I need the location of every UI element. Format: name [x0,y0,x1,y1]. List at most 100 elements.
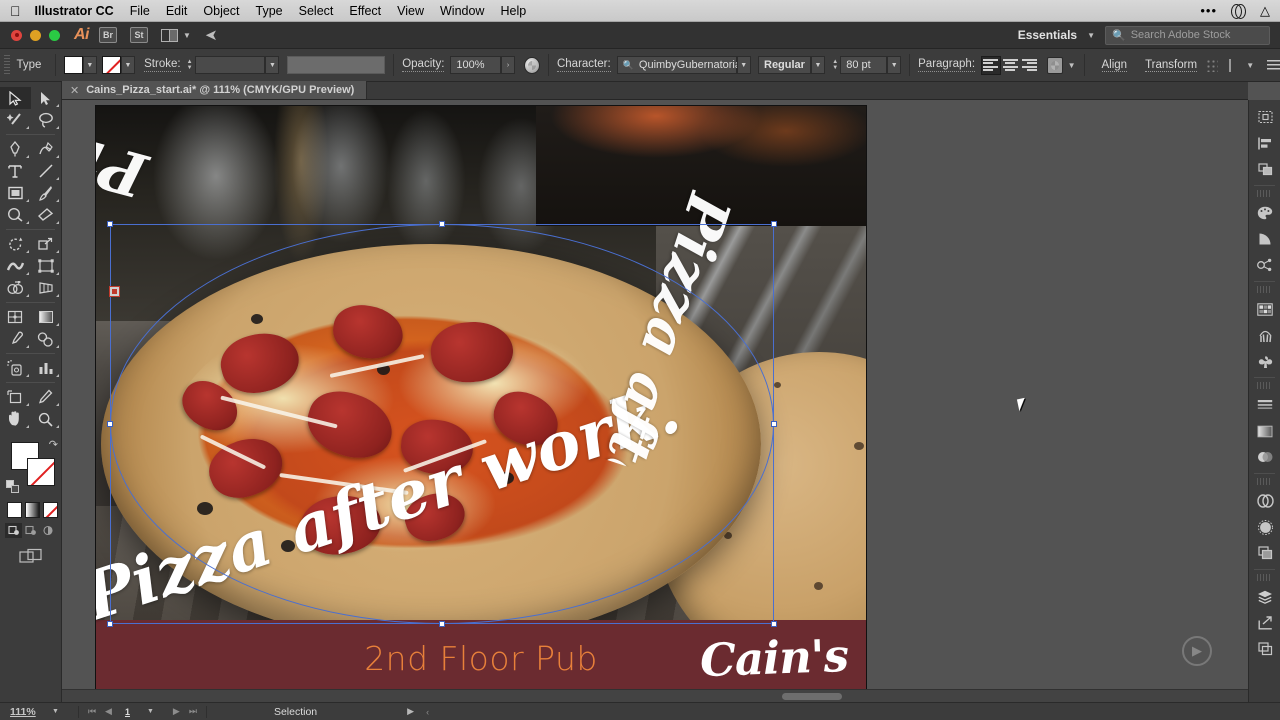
prev-page-icon[interactable]: ◀ [105,706,112,717]
shape-builder-tool[interactable] [0,277,31,299]
distribute-icon[interactable] [1206,58,1219,72]
first-page-icon[interactable]: ⏮ [88,706,96,717]
eraser-tool[interactable] [31,204,62,226]
gradient-mode-button[interactable] [25,502,40,518]
artboard-export-icon[interactable] [1249,610,1280,636]
shaper-tool[interactable] [0,204,31,226]
pathfinder-panel-icon[interactable] [1249,156,1280,182]
arrange-chevron-down-icon[interactable]: ▼ [183,31,191,40]
dock-group-grip[interactable] [1257,478,1272,485]
align-right-icon[interactable] [1020,56,1039,75]
workspace-switcher[interactable]: Essentials [1018,28,1077,42]
default-fill-stroke-icon[interactable] [6,480,19,493]
font-size-stepper[interactable]: ▲ ▼ [832,59,838,71]
stroke-weight-field[interactable] [194,56,266,74]
stroke-label[interactable]: Stroke: [144,58,181,72]
stroke-weight-dropdown-icon[interactable]: ▼ [265,56,280,74]
selection-handle-br[interactable] [771,621,777,627]
menu-item-window[interactable]: Window [440,4,484,18]
wifi-icon[interactable]: △ [1260,4,1270,17]
rectangle-tool[interactable] [0,182,31,204]
color-guide-panel-icon[interactable] [1249,226,1280,252]
align-left-icon[interactable] [981,55,1001,75]
rotate-tool[interactable] [0,233,31,255]
line-segment-tool[interactable] [31,160,62,182]
text-wrap-icon[interactable] [1046,56,1063,74]
creative-cloud-icon[interactable] [1231,4,1246,19]
eyedropper-tool[interactable] [0,328,31,350]
selection-tool[interactable] [0,87,31,109]
close-window-button[interactable] [11,29,22,41]
document-canvas[interactable]: 2nd Floor Pub Cain's Pizza after work. P… [62,100,1248,702]
page-chevron-down-icon[interactable]: ▼ [147,708,154,715]
last-page-icon[interactable]: ⏭ [189,706,197,717]
dock-group-grip[interactable] [1257,574,1272,581]
control-panel-grip[interactable] [4,55,11,75]
selection-handle-ml[interactable] [107,421,113,427]
blend-tool[interactable] [31,328,62,350]
brushes-panel-icon[interactable] [1249,322,1280,348]
graphic-styles-panel-icon[interactable] [1249,540,1280,566]
selection-bounding-box[interactable] [110,224,774,624]
menu-item-file[interactable]: File [130,4,150,18]
symbol-sprayer-tool[interactable] [0,357,31,379]
selection-handle-mr[interactable] [771,421,777,427]
free-transform-tool[interactable] [31,255,62,277]
menu-item-help[interactable]: Help [500,4,526,18]
gradient-panel-icon[interactable] [1249,418,1280,444]
next-page-icon[interactable]: ▶ [173,706,180,717]
menu-item-object[interactable]: Object [203,4,239,18]
color-panel-icon[interactable] [1249,200,1280,226]
paragraph-label[interactable]: Paragraph: [918,58,976,72]
curvature-tool[interactable] [31,138,62,160]
opacity-mask-icon[interactable] [524,56,541,74]
slice-tool[interactable] [31,386,62,408]
type-tool[interactable] [0,160,31,182]
share-plane-icon[interactable]: ➤ [205,26,218,44]
cc-libraries-panel-icon[interactable] [1249,488,1280,514]
stroke-weight-stepper[interactable]: ▲ ▼ [187,59,193,71]
selection-handle-tl[interactable] [107,221,113,227]
stroke-color-swatch-large[interactable] [27,458,55,486]
recolor-artwork-icon[interactable] [1249,252,1280,278]
paintbrush-tool[interactable] [31,182,62,204]
opacity-label[interactable]: Opacity: [402,58,445,72]
perspective-grid-tool[interactable] [31,277,62,299]
column-graph-tool[interactable] [31,357,62,379]
color-mode-button[interactable] [7,502,22,518]
stock-button[interactable]: St [130,27,148,43]
opacity-flyout-icon[interactable]: › [501,56,516,74]
change-screen-mode-icon[interactable] [0,548,61,564]
transparency-panel-icon[interactable] [1249,444,1280,470]
mesh-tool[interactable] [0,306,31,328]
apple-icon[interactable]:  [10,4,21,18]
text-in-port-marker[interactable] [109,286,120,297]
stroke-profile-field[interactable] [286,56,386,74]
swatches-panel-icon[interactable] [1249,296,1280,322]
selection-handle-bl[interactable] [107,621,113,627]
dock-group-grip[interactable] [1257,382,1272,389]
selection-handle-tc[interactable] [439,221,445,227]
font-family-dropdown-icon[interactable]: ▼ [736,56,751,74]
draw-behind-icon[interactable] [22,523,39,538]
text-options-chevron-down-icon[interactable]: ▼ [1068,61,1076,70]
panel-options-icon[interactable] [1267,59,1280,71]
hand-tool[interactable] [0,408,31,430]
menu-item-effect[interactable]: Effect [349,4,381,18]
close-icon[interactable]: ✕ [70,84,79,97]
artboard-tool[interactable] [0,386,31,408]
font-size-field[interactable]: 80 pt [840,56,888,74]
fill-dropdown-icon[interactable]: ▼ [82,56,97,74]
arrange-chevron-down-icon[interactable]: ▼ [1246,61,1254,70]
horizontal-scroll-thumb[interactable] [782,693,842,700]
status-resize-icon[interactable]: ‹ [426,707,429,717]
dock-group-grip[interactable] [1257,190,1272,197]
direct-selection-tool[interactable] [31,87,62,109]
dock-group-grip[interactable] [1257,286,1272,293]
search-input[interactable]: 🔍 Search Adobe Stock [1105,25,1270,45]
appearance-panel-icon[interactable] [1249,514,1280,540]
pen-tool[interactable] [0,138,31,160]
transform-panel-link[interactable]: Transform [1145,59,1198,72]
align-panel-link[interactable]: Align [1101,59,1128,72]
workspace-chevron-down-icon[interactable]: ▼ [1087,31,1095,40]
